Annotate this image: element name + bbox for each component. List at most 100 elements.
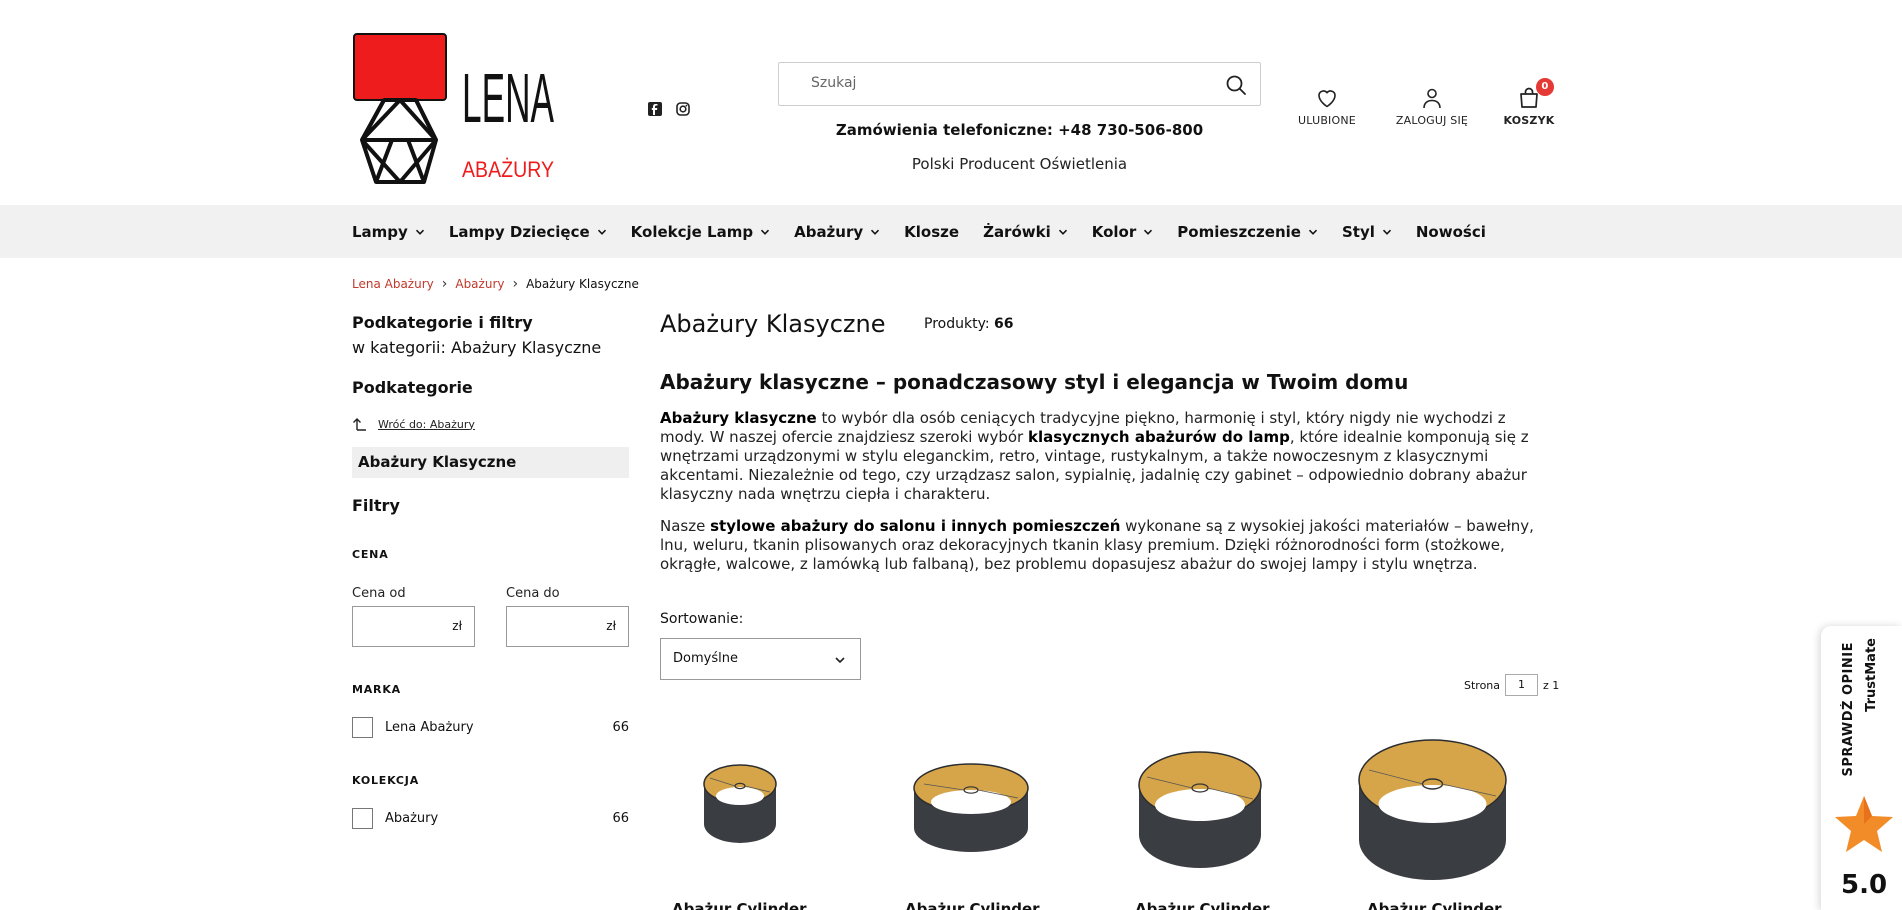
brand-option-count: 66 <box>612 720 629 735</box>
subcategories-heading: Podkategorie <box>352 378 629 397</box>
chevron-down-icon <box>761 229 770 235</box>
trustmate-cta: SPRAWDŹ OPINIE <box>1841 642 1856 777</box>
page-label: Strona <box>1464 678 1501 692</box>
login-label: ZALOGUJ SIĘ <box>1395 114 1469 127</box>
nav-label: Abażury <box>794 222 864 241</box>
price-filter-title: CENA <box>352 548 389 561</box>
nav-item-lampy[interactable]: Lampy <box>352 223 425 241</box>
sort-select[interactable]: Domyślne <box>660 638 861 680</box>
filters-title: Filtry <box>352 496 400 515</box>
price-to-label: Cena do <box>506 586 560 601</box>
chevron-down-icon <box>597 229 606 235</box>
collection-option-count: 66 <box>612 811 629 826</box>
nav-item-styl[interactable]: Styl <box>1342 223 1392 241</box>
order-phone: Zamówienia telefoniczne: +48 730-506-800 <box>835 121 1204 139</box>
nav-item-kolekcje-lamp[interactable]: Kolekcje Lamp <box>631 223 770 241</box>
trustmate-widget[interactable]: SPRAWDŹ OPINIE TrustMate 5.0 <box>1821 626 1902 910</box>
breadcrumb-home[interactable]: Lena Abażury <box>352 277 434 291</box>
breadcrumb-current: Abażury Klasyczne <box>526 277 639 291</box>
currency-label: zł <box>606 619 616 633</box>
nav-item-pomieszczenie[interactable]: Pomieszczenie <box>1177 223 1318 241</box>
description-paragraph-1: Abażury klasyczne to wybór dla osób ceni… <box>660 409 1553 504</box>
sort-label: Sortowanie: <box>660 611 744 627</box>
product-count: Produkty: 66 <box>924 316 1014 332</box>
favorites-label: ULUBIONE <box>1298 114 1356 127</box>
product-count-value: 66 <box>994 316 1014 332</box>
facebook-icon[interactable] <box>647 101 663 117</box>
brand-filter-title: MARKA <box>352 683 401 696</box>
nav-item-zarowki[interactable]: Żarówki <box>983 223 1068 241</box>
logo[interactable]: LENA ABAŻURY <box>352 32 557 192</box>
cart-count-badge: 0 <box>1536 78 1554 96</box>
filters-heading: Filtry <box>352 496 629 515</box>
nav-item-nowosci[interactable]: Nowości <box>1416 223 1486 241</box>
back-link[interactable]: Wróć do: Abażury <box>352 416 629 432</box>
trustmate-score: 5.0 <box>1841 870 1888 900</box>
product-count-label: Produkty: <box>924 316 990 332</box>
search-box <box>778 62 1261 106</box>
star-icon <box>1835 796 1893 852</box>
desc-bold: stylowe abażury do salonu i innych pomie… <box>710 517 1121 535</box>
chevron-right-icon: › <box>441 276 448 292</box>
checkbox[interactable] <box>352 717 373 738</box>
favorites-link[interactable]: ULUBIONE <box>1296 86 1358 127</box>
product-name[interactable]: Abażur Cylinder <box>905 900 1040 910</box>
nav-label: Kolor <box>1091 222 1137 241</box>
chevron-right-icon: › <box>512 276 519 292</box>
chevron-down-icon <box>835 657 845 664</box>
nav-item-abazury[interactable]: Abażury <box>794 223 880 241</box>
page-title: Abażury Klasyczne <box>660 310 886 338</box>
heart-icon <box>1318 90 1336 108</box>
currency-label: zł <box>452 619 462 633</box>
section-heading: Abażury klasyczne – ponadczasowy styl i … <box>660 370 1409 394</box>
nav-label: Lampy <box>352 222 408 241</box>
price-from-input[interactable]: zł <box>352 606 475 647</box>
back-link-label: Wróć do: Abażury <box>378 417 475 431</box>
search-icon[interactable] <box>1224 73 1248 97</box>
back-arrow-icon <box>353 418 366 431</box>
sidebar-heading: Podkategorie i filtry <box>352 313 533 332</box>
product-name[interactable]: Abażur Cylinder <box>1135 900 1270 910</box>
user-icon <box>1423 88 1441 109</box>
nav-item-kolor[interactable]: Kolor <box>1092 223 1154 241</box>
cart-link[interactable]: 0 KOSZYK <box>1501 78 1557 127</box>
product-card-image[interactable] <box>1355 732 1510 888</box>
checkbox[interactable] <box>352 808 373 829</box>
product-name[interactable]: Abażur Cylinder <box>1367 900 1502 910</box>
breadcrumb-abazury[interactable]: Abażury <box>455 277 504 291</box>
product-card-image[interactable] <box>910 760 1032 860</box>
chevron-down-icon <box>1144 229 1153 235</box>
desc-bold: Abażury klasyczne <box>660 409 817 427</box>
logo-subtext: ABAŻURY <box>462 157 554 182</box>
product-name[interactable]: Abażur Cylinder <box>672 900 807 910</box>
nav-item-klosze[interactable]: Klosze <box>904 223 959 241</box>
brand-filter-option[interactable]: Lena Abażury 66 <box>352 717 629 738</box>
login-link[interactable]: ZALOGUJ SIĘ <box>1391 86 1473 127</box>
collection-option-label: Abażury <box>385 811 439 826</box>
nav-label: Nowości <box>1415 222 1486 241</box>
collection-filter-option[interactable]: Abażury 66 <box>352 808 629 829</box>
nav-item-lampy-dzieciece[interactable]: Lampy Dziecięce <box>449 223 607 241</box>
description-paragraph-2: Nasze stylowe abażury do salonu i innych… <box>660 517 1553 574</box>
chevron-down-icon <box>1058 229 1067 235</box>
chevron-down-icon <box>415 229 424 235</box>
logo-text: LENA <box>462 59 554 137</box>
active-subcategory[interactable]: Abażury Klasyczne <box>352 447 629 478</box>
pagination: Strona 1 z 1 <box>1464 674 1559 696</box>
main-nav: Lampy Lampy Dziecięce Kolekcje Lamp Abaż… <box>0 205 1902 258</box>
sort-select-value: Domyślne <box>673 651 738 666</box>
brand-option-label: Lena Abażury <box>385 720 474 735</box>
product-card-image[interactable] <box>700 762 780 851</box>
breadcrumb: Lena Abażury › Abażury › Abażury Klasycz… <box>352 276 639 292</box>
price-to-input[interactable]: zł <box>506 606 629 647</box>
nav-label: Klosze <box>904 222 960 241</box>
cart-label: KOSZYK <box>1503 114 1555 127</box>
page-input[interactable]: 1 <box>1505 674 1539 696</box>
desc-text: Nasze <box>660 517 711 535</box>
nav-label: Żarówki <box>983 222 1051 241</box>
page-total: z 1 <box>1543 678 1560 692</box>
search-input[interactable] <box>811 75 1211 91</box>
product-card-image[interactable] <box>1135 745 1265 877</box>
instagram-icon[interactable] <box>675 101 691 117</box>
nav-label: Lampy Dziecięce <box>448 222 590 241</box>
